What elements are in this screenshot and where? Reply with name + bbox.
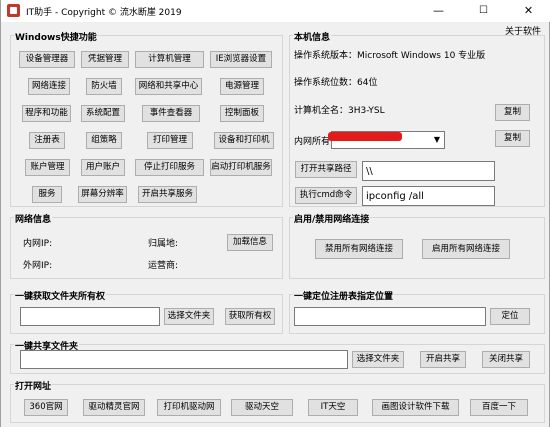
lan-ip-text: 内网IP: [23,239,53,249]
ownership-title: 一键获取文件夹所有权 [14,289,107,302]
lan-ip-label: 内网所有 [294,137,331,147]
disable-all-connections-button[interactable]: 禁用所有网络连接 [315,239,403,259]
link-design-software[interactable]: 画图设计软件下载 [372,399,459,416]
link-driver-genius[interactable]: 驱动精灵官网 [83,399,145,416]
link-driver-sky[interactable]: 驱动天空 [231,399,293,416]
close-share-button[interactable]: 关闭共享 [482,351,530,368]
share-select-folder-button[interactable]: 选择文件夹 [352,351,404,368]
copy-ip-button[interactable]: 复制 [495,130,530,147]
app-icon [7,4,20,17]
locate-button[interactable]: 定位 [490,308,530,325]
link-360[interactable]: 360官网 [24,399,68,416]
sites-title: 打开网址 [14,379,53,392]
run-cmd-button[interactable]: 执行cmd命令 [295,187,357,204]
btn-network-sharing-center[interactable]: 网络和共享中心 [135,78,202,95]
share-path-input[interactable]: \\ [362,161,495,181]
location-text: 归属地: [148,239,179,249]
link-printer-driver[interactable]: 打印机驱动网 [157,399,221,416]
btn-credential-manager[interactable]: 凭据管理 [81,51,129,68]
btn-user-accounts[interactable]: 用户账户 [81,159,125,176]
ownership-select-folder-button[interactable]: 选择文件夹 [164,308,214,325]
btn-device-manager[interactable]: 设备管理器 [19,51,75,68]
shortcuts-title: Windows快捷功能 [14,30,98,43]
btn-screen-resolution[interactable]: 屏幕分辨率 [78,186,127,203]
copy-computer-name-button[interactable]: 复制 [495,104,530,121]
btn-ie-settings[interactable]: IE浏览器设置 [210,51,272,68]
btn-network-connections[interactable]: 网络连接 [28,78,70,95]
link-it-sky[interactable]: IT天空 [308,399,358,416]
netctl-title: 启用/禁用网络连接 [293,212,371,225]
computer-name-text: 计算机全名：3H3-YSL [294,106,385,116]
link-baidu[interactable]: 百度一下 [470,399,528,416]
open-share-path-button[interactable]: 打开共享路径 [295,161,357,178]
app-window: IT助手 - Copyright © 流水断崖 2019 — ☐ ✕ 关于软件 … [0,0,550,427]
take-ownership-button[interactable]: 获取所有权 [225,308,275,325]
btn-stop-print-service[interactable]: 停止打印服务 [135,159,204,176]
chevron-down-icon: ▼ [433,135,440,144]
registry-path-input[interactable] [294,307,486,326]
btn-start-share-service[interactable]: 开启共享服务 [138,186,197,203]
btn-registry[interactable]: 注册表 [29,132,65,149]
os-version-text: 操作系统版本：Microsoft Windows 10 专业版 [294,51,486,61]
share-folder-input[interactable] [20,350,348,369]
btn-power-management[interactable]: 电源管理 [220,78,264,95]
title-bar: IT助手 - Copyright © 流水断崖 2019 — ☐ ✕ [1,0,550,22]
enable-all-connections-button[interactable]: 启用所有网络连接 [422,239,510,259]
btn-start-print-service[interactable]: 启动打印机服务 [210,159,272,176]
cmd-input[interactable]: ipconfig /all [362,186,495,206]
window-title: IT助手 - Copyright © 流水断崖 2019 [26,8,182,18]
btn-account-management[interactable]: 账户管理 [25,159,70,176]
btn-computer-management[interactable]: 计算机管理 [135,51,204,68]
netinfo-title: 网络信息 [14,212,53,225]
isp-text: 运营商: [148,261,179,271]
btn-system-config[interactable]: 系统配置 [81,105,125,122]
btn-services[interactable]: 服务 [32,186,62,203]
btn-programs-features[interactable]: 程序和功能 [22,105,71,122]
btn-devices-printers[interactable]: 设备和打印机 [214,132,274,149]
load-info-button[interactable]: 加载信息 [227,234,273,251]
btn-control-panel[interactable]: 控制面板 [220,105,264,122]
btn-print-management[interactable]: 打印管理 [147,132,193,149]
sysinfo-title: 本机信息 [293,30,332,43]
btn-event-viewer[interactable]: 事件查看器 [142,105,200,122]
minimize-icon[interactable]: — [416,0,461,22]
close-icon[interactable]: ✕ [506,0,550,22]
redaction-mark [328,132,402,141]
btn-group-policy[interactable]: 组策略 [86,132,122,149]
wan-ip-text: 外网IP: [23,261,53,271]
ownership-folder-input[interactable] [20,307,160,326]
regloc-title: 一键定位注册表指定位置 [293,289,395,302]
btn-firewall[interactable]: 防火墙 [86,78,122,95]
open-share-button[interactable]: 开启共享 [420,351,466,368]
os-bits-text: 操作系统位数：64位 [294,78,378,88]
maximize-icon[interactable]: ☐ [461,0,506,22]
